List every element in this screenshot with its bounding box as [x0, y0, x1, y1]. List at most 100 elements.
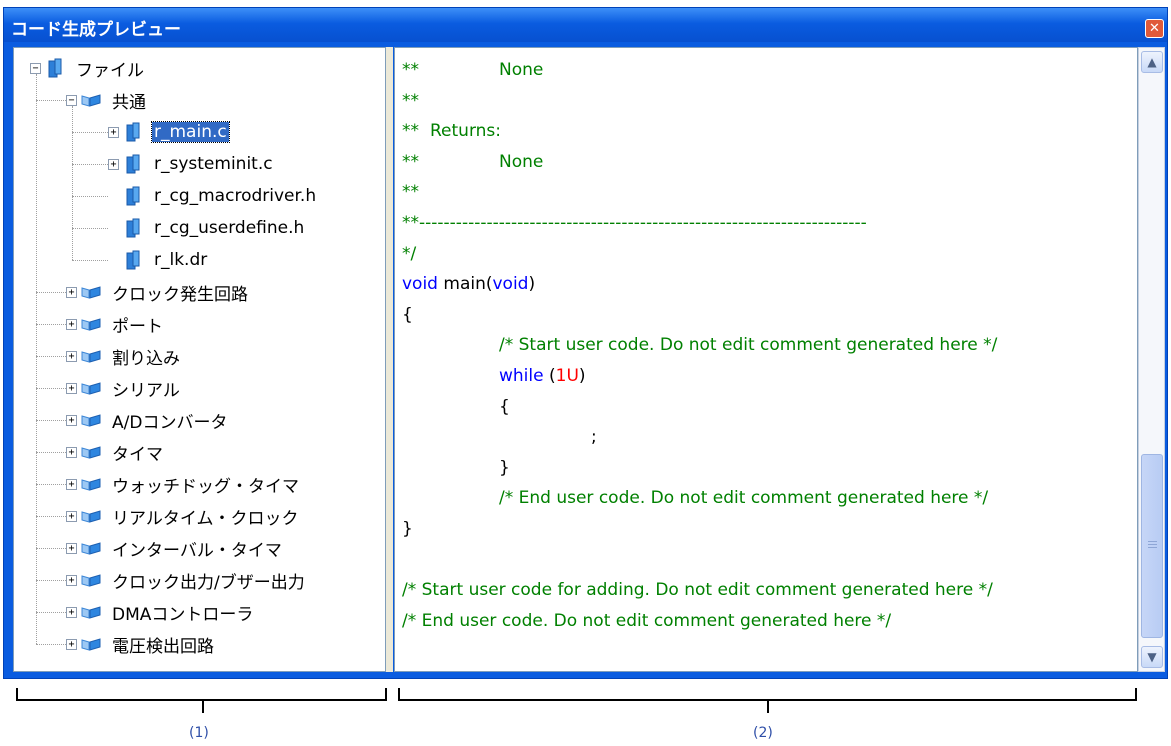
tree-item-label: 電圧検出回路: [112, 636, 214, 657]
tree-folder-item[interactable]: + 電圧検出回路: [66, 628, 216, 660]
code-token: /* End user code. Do not edit comment ge…: [402, 610, 892, 631]
expand-icon[interactable]: +: [66, 286, 77, 298]
tree-file-item[interactable]: + r_systeminit.c: [108, 148, 275, 180]
tree-folder-item[interactable]: + ウォッチドッグ・タイマ: [66, 468, 301, 500]
code-token: void: [402, 274, 438, 295]
code-token: None: [499, 60, 544, 80]
expand-icon[interactable]: +: [66, 382, 77, 394]
code-token: */: [402, 243, 417, 264]
code-line: /* Start user code for adding. Do not ed…: [402, 575, 993, 605]
folder-icon: [81, 601, 101, 623]
tree-file-item[interactable]: + r_main.c: [108, 116, 230, 148]
folder-icon: [81, 89, 101, 111]
tree-folder-item[interactable]: + クロック発生回路: [66, 276, 250, 308]
file-tree-pane[interactable]: − ファイル − 共通 + r_main.c + r_systeminit.c r_cg_mac…: [13, 47, 386, 672]
folder-icon: [81, 441, 101, 463]
tree-folder-item[interactable]: + A/Dコンバータ: [66, 404, 229, 436]
expand-icon[interactable]: +: [66, 638, 77, 650]
code-line: ** Returns:: [402, 116, 501, 146]
tree-folder-item[interactable]: + DMAコントローラ: [66, 596, 255, 628]
code-token: ): [578, 366, 586, 386]
collapse-icon[interactable]: −: [30, 62, 41, 74]
folder-icon: [81, 473, 101, 495]
tree-root-files[interactable]: − ファイル: [30, 52, 146, 84]
code-token: (: [543, 366, 556, 386]
code-token: **--------------------------------------…: [402, 213, 867, 233]
scroll-down-icon[interactable]: ▼: [1141, 646, 1163, 668]
tree-item-label: タイマ: [112, 444, 163, 465]
code-token: /* End user code. Do not edit comment ge…: [499, 488, 989, 509]
bracket-1: [16, 688, 387, 701]
pane-splitter[interactable]: [386, 47, 393, 672]
expand-icon[interactable]: +: [66, 606, 77, 618]
expand-icon[interactable]: +: [66, 574, 77, 586]
code-token: }: [499, 457, 510, 478]
tree-folder-item[interactable]: + クロック出力/ブザー出力: [66, 564, 307, 596]
file-icon: [45, 57, 65, 79]
tree-folder-item[interactable]: + ポート: [66, 308, 165, 340]
code-token: }: [402, 519, 413, 539]
tree-item-label: リアルタイム・クロック: [112, 508, 299, 529]
collapse-icon[interactable]: −: [66, 94, 77, 106]
code-token: ;: [591, 427, 597, 448]
code-line: ;: [591, 422, 597, 452]
folder-icon: [81, 537, 101, 559]
tree-folder-item[interactable]: + 割り込み: [66, 340, 182, 372]
close-icon[interactable]: ✕: [1145, 19, 1164, 38]
tree-folder-common[interactable]: − 共通: [66, 84, 148, 116]
code-token: Returns:: [430, 121, 501, 142]
scroll-thumb[interactable]: [1141, 454, 1163, 638]
tree-file-item[interactable]: r_cg_userdefine.h: [108, 212, 306, 244]
vertical-scrollbar[interactable]: ▲ ▼: [1138, 47, 1165, 672]
file-icon: [123, 217, 143, 239]
expand-icon[interactable]: +: [66, 350, 77, 362]
expand-icon[interactable]: +: [66, 318, 77, 330]
file-icon: [123, 185, 143, 207]
code-token: **: [402, 151, 419, 172]
tree-item-label: r_lk.dr: [154, 250, 208, 270]
file-icon: [123, 153, 143, 175]
expand-icon[interactable]: +: [66, 414, 77, 426]
code-token: ): [528, 274, 536, 295]
code-line: **--------------------------------------…: [402, 208, 867, 238]
tree-item-label: ポート: [112, 316, 163, 337]
tree-item-label: DMAコントローラ: [112, 604, 254, 625]
file-icon: [123, 249, 143, 271]
tree-item-label: インターバル・タイマ: [112, 540, 282, 561]
bracket-2: [398, 688, 1137, 701]
tree-folder-item[interactable]: + インターバル・タイマ: [66, 532, 284, 564]
tree-folder-item[interactable]: + タイマ: [66, 436, 165, 468]
expand-icon[interactable]: +: [108, 158, 119, 170]
title-bar[interactable]: コード生成プレビュー ✕: [4, 8, 1167, 42]
tree-folder-item[interactable]: + リアルタイム・クロック: [66, 500, 301, 532]
code-line: {: [499, 392, 510, 422]
code-line: /* Start user code. Do not edit comment …: [499, 330, 997, 360]
tree-file-item[interactable]: r_cg_macrodriver.h: [108, 180, 318, 212]
expand-icon[interactable]: +: [66, 446, 77, 458]
expand-icon[interactable]: +: [66, 478, 77, 490]
code-token: /* Start user code for adding. Do not ed…: [402, 580, 993, 601]
expand-icon[interactable]: +: [108, 126, 119, 138]
code-token: 1U: [555, 366, 579, 386]
scroll-up-icon[interactable]: ▲: [1141, 51, 1163, 73]
tree-item-label: r_systeminit.c: [154, 154, 273, 174]
expand-icon[interactable]: +: [66, 510, 77, 522]
expand-icon[interactable]: +: [66, 542, 77, 554]
tree-item-label: r_cg_userdefine.h: [154, 218, 305, 238]
window-title: コード生成プレビュー: [11, 20, 181, 40]
code-line: {: [402, 300, 413, 330]
code-line: */: [402, 239, 416, 269]
tree-folder-item[interactable]: + シリアル: [66, 372, 182, 404]
code-token: /* Start user code. Do not edit comment …: [499, 335, 998, 356]
bracket-2-tick: [767, 701, 769, 713]
bracket-1-tick: [202, 701, 204, 713]
tree-item-label: r_cg_macrodriver.h: [154, 186, 317, 206]
tree-file-item[interactable]: r_lk.dr: [108, 244, 209, 276]
code-token: **: [402, 121, 419, 142]
code-token: while: [499, 366, 544, 386]
code-line: }: [402, 514, 413, 544]
code-preview-pane[interactable]: ** None ** ** Returns: ** None ** **------------…: [394, 47, 1138, 672]
folder-icon: [81, 345, 101, 367]
tree-item-label: クロック出力/ブザー出力: [112, 572, 305, 593]
tree-item-label: シリアル: [112, 380, 180, 401]
